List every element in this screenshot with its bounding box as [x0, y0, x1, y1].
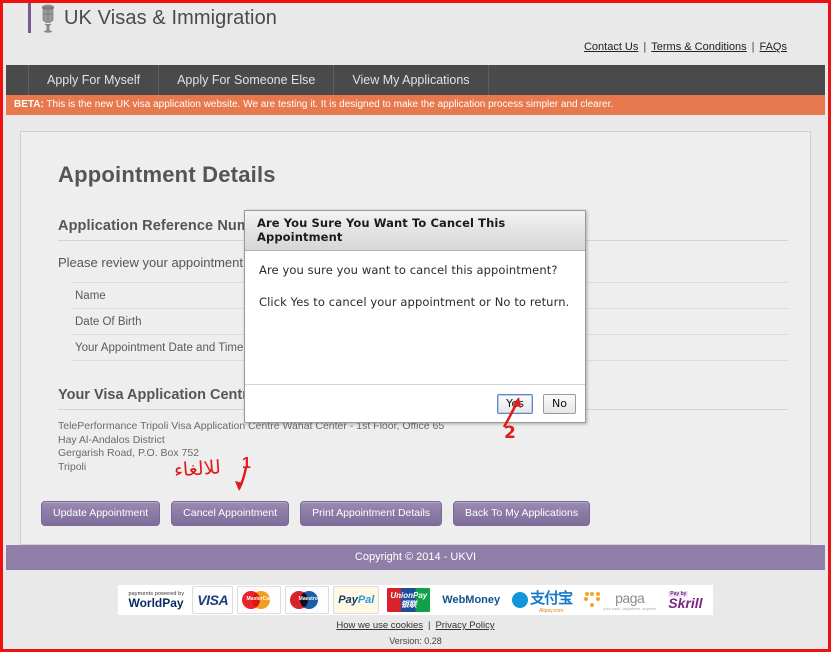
paga-logo: paga your cash, anywhere, anytime [580, 587, 660, 613]
dialog-question: Are you sure you want to cancel this app… [259, 263, 558, 277]
nav-item-apply-for-someone-else[interactable]: Apply For Someone Else [159, 65, 335, 95]
maestro-logo: Maestro [285, 586, 330, 614]
header-link-contact-us[interactable]: Contact Us [584, 41, 638, 53]
alipay-logo: 支付宝 Alipay.com [508, 587, 576, 614]
unionpay-logo: UnionPay 银联 [383, 587, 434, 613]
header-link-separator-2: | [751, 41, 755, 53]
webmoney-wordmark: WebMoney [442, 594, 501, 606]
copyright-bar: Copyright © 2014 - UKVI [6, 545, 825, 570]
mastercard-logo: MasterCard [237, 586, 282, 614]
footer-link-cookies[interactable]: How we use cookies [336, 620, 423, 631]
alipay-wordmark: 支付宝 [530, 589, 573, 607]
payment-logos-strip: payments powered by WorldPay VISA Master… [118, 585, 713, 615]
mastercard-circles-icon: MasterCard [242, 590, 276, 610]
dialog-instruction: Click Yes to cancel your appointment or … [259, 295, 570, 309]
worldpay-logo: payments powered by WorldPay [124, 587, 188, 613]
header-links: Contact Us | Terms & Conditions | FAQs [584, 41, 787, 53]
dialog-body: Are you sure you want to cancel this app… [245, 251, 585, 384]
beta-prefix: BETA: [14, 99, 44, 110]
maestro-circles-icon: Maestro [290, 590, 324, 610]
alipay-circle-icon [512, 592, 529, 608]
site-footer: payments powered by WorldPay VISA Master… [6, 570, 825, 646]
paypal-wordmark: PayPal [338, 594, 375, 606]
dialog-title: Are You Sure You Want To Cancel This App… [245, 211, 585, 251]
paga-dots-icon [584, 592, 601, 608]
nav-item-apply-for-myself[interactable]: Apply For Myself [28, 65, 160, 95]
main-navigation: Apply For Myself Apply For Someone Else … [6, 65, 825, 95]
dialog-yes-button[interactable]: Yes [497, 394, 533, 414]
back-to-my-applications-button[interactable]: Back To My Applications [453, 501, 591, 526]
cancel-confirmation-dialog: Are You Sure You Want To Cancel This App… [244, 210, 586, 423]
beta-message: This is the new UK visa application webs… [43, 99, 614, 110]
brand-logo[interactable]: UK Visas & Immigration [28, 3, 277, 33]
brand-accent-bar [28, 3, 31, 33]
nav-item-view-my-applications[interactable]: View My Applications [334, 65, 489, 95]
print-appointment-details-button[interactable]: Print Appointment Details [300, 501, 443, 526]
worldpay-wordmark: WorldPay [128, 596, 184, 610]
paypal-logo: PayPal [333, 586, 380, 614]
footer-link-privacy-policy[interactable]: Privacy Policy [435, 620, 494, 631]
version-label: Version: 0.28 [389, 636, 442, 646]
browser-viewport: Contact Us | Terms & Conditions | FAQs [0, 0, 831, 652]
skrill-logo: Pay by Skrill [664, 587, 706, 613]
brand-title: UK Visas & Immigration [64, 6, 278, 29]
paga-wordmark: paga [615, 589, 645, 606]
update-appointment-button[interactable]: Update Appointment [41, 501, 161, 526]
site-header: UK Visas & Immigration Contact Us | Terms … [6, 3, 825, 65]
address-line: Hay Al-Andalos District [58, 433, 165, 446]
paga-tagline: your cash, anywhere, anytime [603, 605, 657, 611]
alipay-domain: Alipay.com [539, 607, 564, 614]
visa-application-centre-address: TelePerformance Tripoli Visa Application… [58, 420, 790, 474]
header-link-separator-1: | [643, 41, 647, 53]
header-link-faqs[interactable]: FAQs [759, 41, 787, 53]
unionpay-wordmark: UnionPay 银联 [387, 588, 431, 612]
page-root: Contact Us | Terms & Conditions | FAQs [6, 3, 825, 646]
page-title: Appointment Details [58, 162, 276, 187]
address-line: Tripoli [58, 460, 87, 473]
header-link-terms[interactable]: Terms & Conditions [651, 41, 746, 53]
action-button-row: Update Appointment Cancel Appointment Pr… [41, 501, 591, 526]
visa-logo: VISA [192, 586, 234, 614]
footer-link-separator: | [428, 620, 431, 631]
footer-links: How we use cookies | Privacy Policy [6, 620, 825, 631]
royal-crest-icon [38, 3, 58, 33]
beta-banner: BETA: This is the new UK visa applicatio… [6, 95, 825, 115]
visa-wordmark: VISA [197, 592, 229, 608]
skrill-wordmark: Skrill [668, 595, 703, 611]
dialog-footer: Yes No [245, 384, 585, 422]
webmoney-logo: WebMoney [438, 587, 504, 613]
address-line: Gergarish Road, P.O. Box 752 [58, 447, 200, 459]
maestro-wordmark: Maestro [298, 596, 318, 602]
cancel-appointment-button[interactable]: Cancel Appointment [171, 501, 290, 526]
mastercard-wordmark: MasterCard [246, 596, 275, 602]
dialog-no-button[interactable]: No [543, 394, 576, 414]
